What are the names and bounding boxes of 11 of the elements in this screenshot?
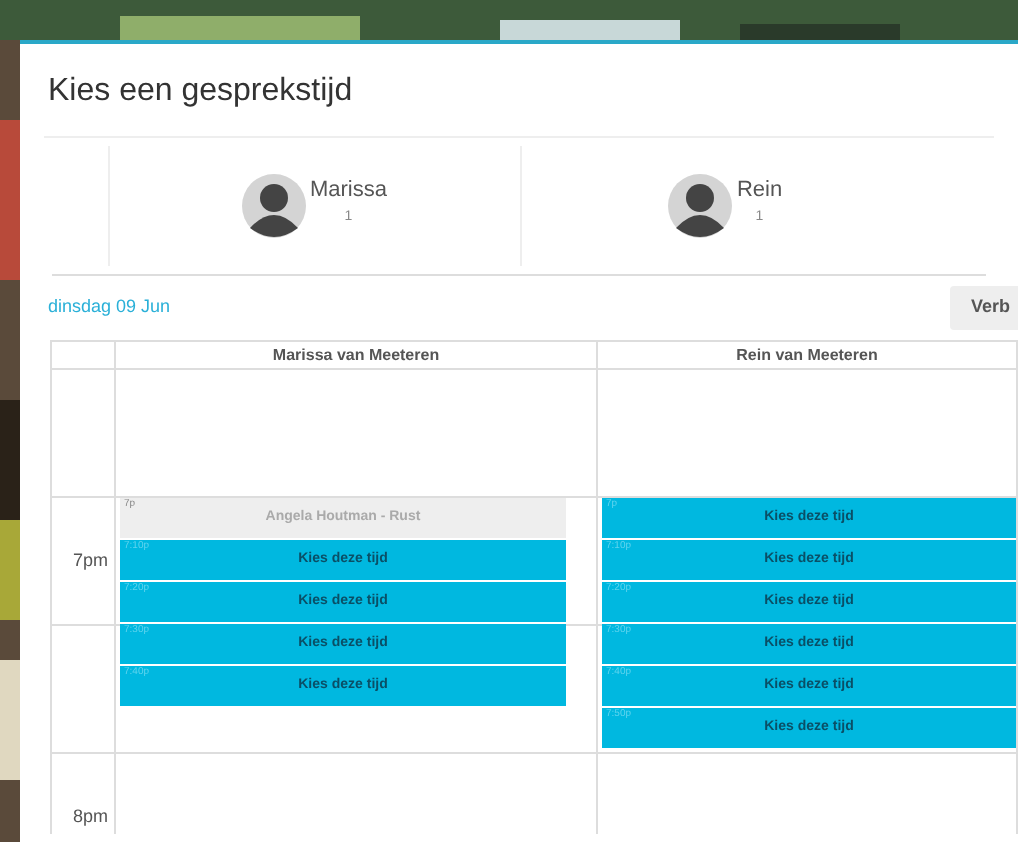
dialog-title: Kies een gesprekstijd: [46, 72, 355, 112]
person-name: Marissa: [309, 176, 387, 206]
time-label: 8pm: [72, 803, 108, 830]
column-header: Rein van Meeteren: [736, 343, 878, 367]
action-button[interactable]: Verb: [950, 286, 1018, 330]
person-name: Rein: [736, 176, 783, 206]
avatar-icon: [668, 174, 733, 238]
column-header: Marissa van Meeteren: [272, 343, 440, 367]
avatar-icon: [241, 174, 306, 238]
time-label: 7pm: [72, 547, 108, 574]
date-link[interactable]: dinsdag 09 Jun: [48, 294, 171, 322]
